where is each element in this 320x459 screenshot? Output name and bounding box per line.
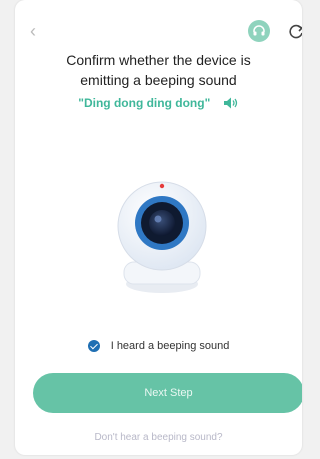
headset-icon[interactable] [248,20,270,42]
refresh-icon[interactable] [286,19,302,43]
next-step-button[interactable]: Next Step [33,373,302,413]
title-line-2: emitting a beeping sound [80,72,237,88]
page-title: Confirm whether the device is emitting a… [15,50,302,90]
sound-phrase: "Ding dong ding dong" [78,95,211,110]
checkbox-checked-icon[interactable] [87,340,100,353]
title-line-1: Confirm whether the device is [66,52,251,68]
sound-phrase-row: "Ding dong ding dong" [15,94,302,112]
confirm-label: I heard a beeping sound [110,340,230,353]
help-link[interactable]: Don't hear a beeping sound? [15,432,302,443]
speaker-icon[interactable] [223,96,239,110]
setup-card: ‹ Confirm whether the device is emitting… [15,0,302,455]
heard-beep-checkbox[interactable]: I heard a beeping sound [15,340,302,358]
camera-device-illustration [102,178,222,296]
chevron-left-icon[interactable]: ‹ [30,22,46,40]
